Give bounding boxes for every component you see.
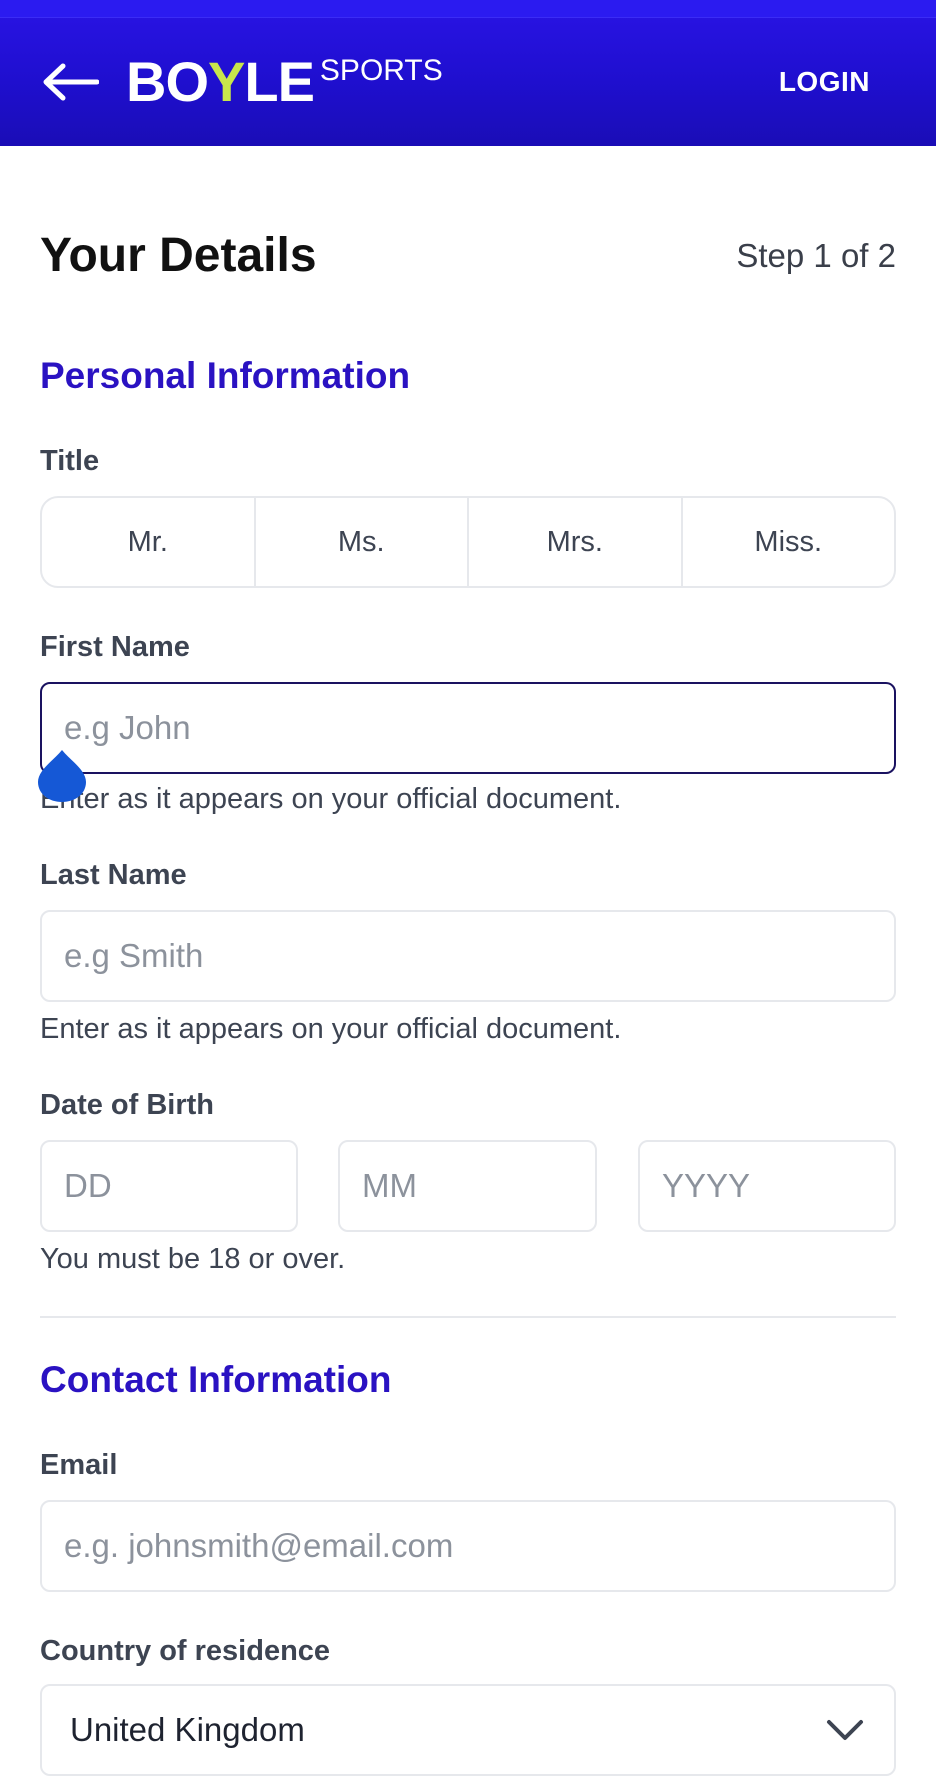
title-option-mr[interactable]: Mr. bbox=[42, 498, 256, 586]
country-select[interactable]: United Kingdom bbox=[40, 1684, 896, 1776]
title-selector: Mr. Ms. Mrs. Miss. bbox=[40, 496, 896, 588]
dob-hint: You must be 18 or over. bbox=[40, 1243, 346, 1275]
dob-label: Date of Birth bbox=[40, 1089, 214, 1121]
country-label: Country of residence bbox=[40, 1635, 331, 1667]
login-button[interactable]: LOGIN bbox=[779, 62, 870, 102]
page-title: Your Details bbox=[40, 229, 317, 282]
header-bar: BOYLE SPORTS LOGIN bbox=[0, 0, 936, 146]
logo-sports: SPORTS bbox=[319, 54, 443, 87]
last-name-field[interactable] bbox=[40, 910, 896, 1002]
step-indicator: Step 1 of 2 bbox=[736, 237, 896, 274]
dob-year-field[interactable] bbox=[638, 1140, 896, 1232]
text-cursor-handle-icon[interactable] bbox=[36, 748, 88, 804]
arrow-left-icon bbox=[43, 63, 99, 101]
dob-year-input[interactable] bbox=[662, 1142, 894, 1230]
dob-day-field[interactable] bbox=[40, 1140, 298, 1232]
first-name-label: First Name bbox=[40, 631, 190, 663]
title-option-ms[interactable]: Ms. bbox=[256, 498, 469, 586]
email-input[interactable] bbox=[64, 1502, 894, 1590]
personal-info-heading: Personal Information bbox=[40, 355, 411, 396]
boylesports-logo[interactable]: BOYLE SPORTS bbox=[126, 52, 443, 112]
title-label: Title bbox=[40, 445, 100, 477]
email-field[interactable] bbox=[40, 1500, 896, 1592]
first-name-hint: Enter as it appears on your official doc… bbox=[40, 783, 622, 815]
first-name-input[interactable] bbox=[64, 684, 894, 772]
contact-info-heading: Contact Information bbox=[40, 1359, 392, 1400]
section-divider bbox=[40, 1316, 896, 1318]
dob-month-input[interactable] bbox=[362, 1142, 595, 1230]
email-label: Email bbox=[40, 1449, 118, 1481]
last-name-input[interactable] bbox=[64, 912, 894, 1000]
last-name-label: Last Name bbox=[40, 859, 187, 891]
status-strip bbox=[0, 0, 936, 18]
dob-month-field[interactable] bbox=[338, 1140, 597, 1232]
title-option-mrs[interactable]: Mrs. bbox=[469, 498, 683, 586]
title-option-miss[interactable]: Miss. bbox=[683, 498, 895, 586]
dob-day-input[interactable] bbox=[64, 1142, 296, 1230]
last-name-hint: Enter as it appears on your official doc… bbox=[40, 1013, 622, 1045]
logo-wordmark: BOYLE bbox=[126, 50, 315, 113]
back-button[interactable] bbox=[38, 54, 102, 110]
country-value: United Kingdom bbox=[70, 1711, 305, 1748]
first-name-field[interactable] bbox=[40, 682, 896, 774]
chevron-down-icon bbox=[827, 1720, 863, 1740]
